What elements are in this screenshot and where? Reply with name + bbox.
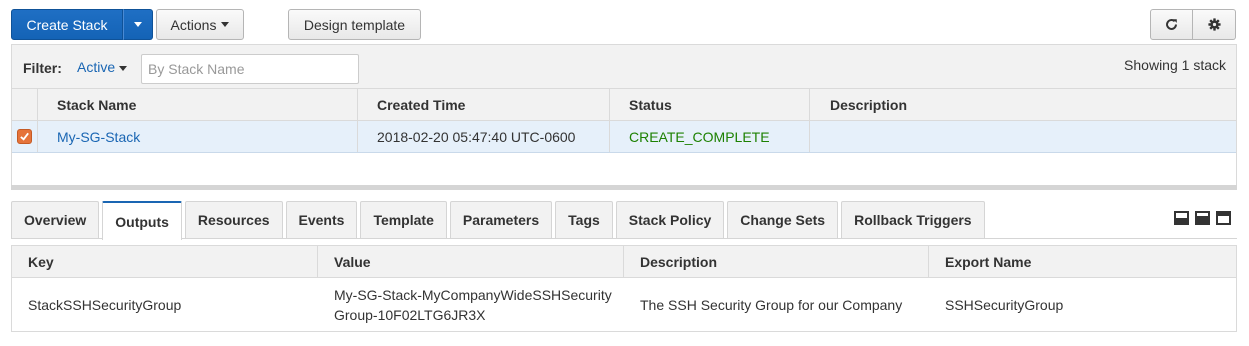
settings-button[interactable] [1193,9,1236,40]
actions-button[interactable]: Actions [156,9,244,40]
refresh-icon [1166,19,1177,30]
create-stack-dropdown-button[interactable] [123,9,153,40]
description-cell [810,121,1236,152]
outputs-table-header: Key Value Description Export Name [12,246,1236,278]
results-count: Showing 1 stack [1124,57,1226,73]
select-column-header [12,89,38,120]
table-row: StackSSHSecurityGroup My-SG-Stack-MyComp… [12,278,1236,331]
output-description-cell: The SSH Security Group for our Company [640,296,903,313]
chevron-down-icon [119,65,128,71]
tab-template[interactable]: Template [360,201,447,238]
chevron-down-icon [134,22,142,27]
tab-outputs[interactable]: Outputs [102,201,182,240]
column-header-description[interactable]: Description [624,246,929,277]
toolbar: Create Stack Actions Design template [0,0,1249,44]
status-cell: CREATE_COMPLETE [610,121,810,152]
row-checkbox[interactable] [17,129,32,144]
design-template-button[interactable]: Design template [288,9,421,40]
stack-name-search-input[interactable] [141,54,359,84]
output-value-text: My-SG-Stack-MyCompanyWideSSHSecurityGrou… [334,286,612,323]
column-header-value[interactable]: Value [318,246,624,277]
column-header-stack-name[interactable]: Stack Name [38,89,358,120]
stack-name-cell: My-SG-Stack [38,121,358,152]
refresh-button[interactable] [1150,9,1193,40]
gear-icon [1207,18,1221,31]
create-stack-button[interactable]: Create Stack [11,9,123,40]
column-header-description[interactable]: Description [810,89,1236,120]
created-time-cell: 2018-02-20 05:47:40 UTC-0600 [358,121,610,152]
column-header-status[interactable]: Status [610,89,810,120]
layout-minimize-icon[interactable] [1174,211,1189,225]
checkmark-icon [20,132,29,141]
chevron-down-icon [221,22,230,27]
toolbar-icon-group [1150,9,1236,40]
output-key-cell: StackSSHSecurityGroup [28,296,182,313]
outputs-table: Key Value Description Export Name StackS… [11,245,1237,332]
layout-maximize-icon[interactable] [1216,211,1231,225]
status-filter-value: Active [77,59,116,75]
stacks-table-empty-area [11,152,1237,185]
tab-resources[interactable]: Resources [184,201,283,238]
layout-split-icon[interactable] [1195,211,1210,225]
tab-events[interactable]: Events [285,201,358,238]
stack-name-link[interactable]: My-SG-Stack [57,129,140,145]
pane-layout-controls [1174,211,1231,225]
stacks-table-header: Stack Name Created Time Status Descripti… [12,89,1236,121]
actions-label: Actions [170,16,217,33]
column-header-key[interactable]: Key [12,246,318,277]
table-row[interactable]: My-SG-Stack 2018-02-20 05:47:40 UTC-0600… [12,121,1236,153]
stacks-table: Stack Name Created Time Status Descripti… [11,88,1237,153]
column-header-created-time[interactable]: Created Time [358,89,610,120]
tabs-divider [11,238,1237,239]
tab-tags[interactable]: Tags [555,201,613,238]
tab-parameters[interactable]: Parameters [449,201,553,238]
tab-overview[interactable]: Overview [11,201,100,238]
output-value-cell: My-SG-Stack-MyCompanyWideSSHSecurityGrou… [318,278,624,331]
tab-change-sets[interactable]: Change Sets [727,201,839,238]
tab-rollback-triggers[interactable]: Rollback Triggers [841,201,985,238]
output-export-name-cell: SSHSecurityGroup [945,296,1064,313]
tab-stack-policy[interactable]: Stack Policy [615,201,725,238]
pane-splitter[interactable] [11,185,1237,190]
status-filter-dropdown[interactable]: Active [77,59,128,75]
row-select-cell [12,121,38,152]
detail-tabs: Overview Outputs Resources Events Templa… [11,201,988,240]
filter-bar: Filter: Active Showing 1 stack [11,44,1237,88]
filter-label: Filter: [23,60,62,76]
column-header-export-name[interactable]: Export Name [929,246,1236,277]
